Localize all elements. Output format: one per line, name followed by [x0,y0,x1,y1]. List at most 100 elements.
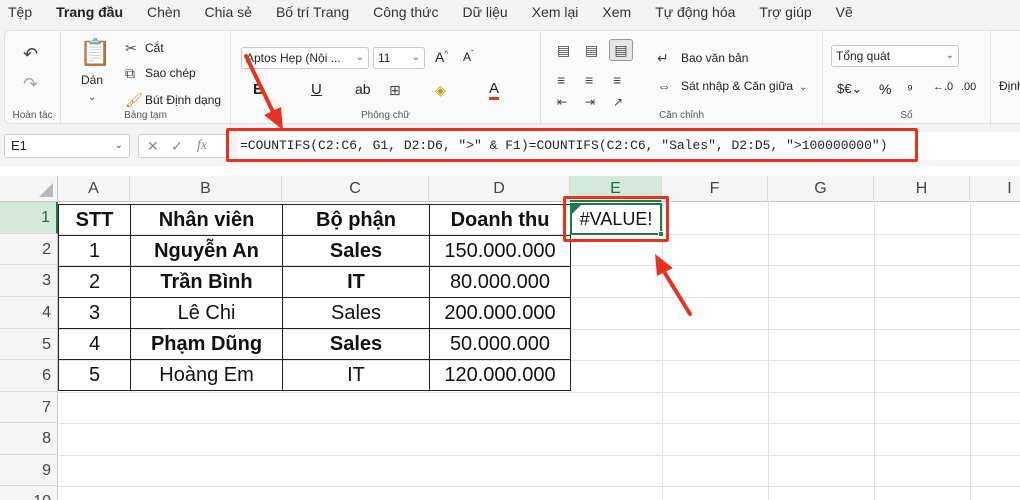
paste-icon[interactable]: 📋 [79,39,111,65]
redo-icon[interactable]: ↷ [23,75,38,93]
copy-button[interactable]: Sao chép [145,66,196,80]
cell-department[interactable]: Sales [282,235,430,267]
cell-employee[interactable]: Phạm Dũng [130,328,283,360]
align-right-icon[interactable]: ≡ [613,73,621,87]
cell-stt[interactable]: 5 [58,359,131,391]
cell-employee[interactable]: Lê Chi [130,297,283,329]
conditional-format-button[interactable]: Định [999,79,1020,93]
column-header-c[interactable]: C [282,176,429,202]
header-cell-employee[interactable]: Nhân viên [130,204,283,236]
header-cell-stt[interactable]: STT [58,204,131,236]
align-top-icon[interactable]: ▤ [557,43,570,57]
menu-home[interactable]: Trang đầu [44,4,135,20]
row-header-2[interactable]: 2 [0,234,58,265]
menu-insert[interactable]: Chèn [135,4,192,20]
cell-employee[interactable]: Nguyễn An [130,235,283,267]
undo-icon[interactable]: ↶ [23,45,38,63]
cell-revenue[interactable]: 80.000.000 [429,266,571,298]
header-cell-department[interactable]: Bộ phận [282,204,430,236]
column-header-h[interactable]: H [874,176,970,202]
comma-style-icon[interactable]: ⁹ [907,81,913,97]
menu-formulas[interactable]: Công thức [361,4,450,20]
column-header-f[interactable]: F [662,176,768,202]
column-header-g[interactable]: G [768,176,874,202]
column-header-a[interactable]: A [58,176,130,202]
insert-function-icon[interactable]: fx [197,138,207,154]
scissors-icon[interactable]: ✂ [125,41,137,55]
cell-stt[interactable]: 2 [58,266,131,298]
cell-revenue[interactable]: 150.000.000 [429,235,571,267]
increase-font-icon[interactable]: A^ [435,49,448,65]
cell-stt[interactable]: 1 [58,235,131,267]
menu-automate[interactable]: Tự động hóa [643,4,747,20]
column-header-i[interactable]: I [970,176,1020,202]
indent-decrease-icon[interactable]: ⇤ [557,95,567,109]
cell-department[interactable]: Sales [282,297,430,329]
row-header-1[interactable]: 1 [0,202,58,234]
align-left-icon[interactable]: ≡ [557,73,565,87]
menu-share[interactable]: Chia sẻ [193,4,264,20]
format-painter-button[interactable]: Bút Định dạng [145,93,221,107]
menu-data[interactable]: Dữ liệu [451,4,520,20]
row-header-10[interactable]: 10 [0,486,58,500]
font-name-select[interactable]: Aptos Hẹp (Nội ... ⌄ [241,47,369,69]
menu-view[interactable]: Xem [590,4,643,20]
cut-button[interactable]: Cắt [145,41,164,55]
menu-page-layout[interactable]: Bố trí Trang [264,4,361,20]
chevron-down-icon[interactable]: ⌄ [88,91,96,105]
indent-increase-icon[interactable]: ⇥ [585,95,595,109]
cancel-icon[interactable]: ✕ [147,138,159,155]
row-header-6[interactable]: 6 [0,360,58,392]
underline-icon[interactable]: U [311,81,322,98]
merge-center-icon[interactable]: ⇔ [657,79,671,93]
confirm-icon[interactable]: ✓ [171,138,183,155]
align-middle-icon[interactable]: ▤ [585,43,598,57]
cell-stt[interactable]: 4 [58,328,131,360]
wrap-text-button[interactable]: Bao văn bản [681,51,748,65]
menu-review[interactable]: Xem lại [520,4,591,20]
column-header-d[interactable]: D [429,176,570,202]
row-header-7[interactable]: 7 [0,392,58,423]
fill-color-icon[interactable]: ◈ [435,83,446,97]
menu-draw[interactable]: Vẽ [824,4,865,20]
align-bottom-icon[interactable]: ▤ [609,39,633,61]
decrease-decimal-icon[interactable]: .00 [961,81,976,93]
cell-department[interactable]: IT [282,266,430,298]
chevron-down-icon[interactable]: ⌄ [799,81,807,95]
row-header-3[interactable]: 3 [0,265,58,297]
increase-decimal-icon[interactable]: ←.0 [933,81,953,93]
font-size-select[interactable]: 11 ⌄ [373,47,425,69]
copy-icon[interactable]: ⧉ [125,66,135,80]
name-box[interactable]: E1 ⌄ [4,134,130,158]
align-center-icon[interactable]: ≡ [585,73,593,87]
row-header-5[interactable]: 5 [0,329,58,360]
row-header-4[interactable]: 4 [0,297,58,329]
strikethrough-icon[interactable]: ab [355,81,371,97]
orientation-icon[interactable]: ↗ [613,95,623,109]
number-format-select[interactable]: Tổng quát ⌄ [831,45,959,67]
cell-employee[interactable]: Hoàng Em [130,359,283,391]
column-header-b[interactable]: B [130,176,282,202]
decrease-font-icon[interactable]: Aˇ [463,49,474,64]
header-cell-revenue[interactable]: Doanh thu [429,204,571,236]
cell-employee[interactable]: Trần Bình [130,266,283,298]
format-painter-icon[interactable]: 🖌 [125,93,143,107]
cell-revenue[interactable]: 120.000.000 [429,359,571,391]
currency-icon[interactable]: $€⌄ [837,81,862,97]
percent-icon[interactable]: % [879,81,891,97]
cell-revenue[interactable]: 200.000.000 [429,297,571,329]
menu-file[interactable]: Tệp [0,4,44,20]
cell-department[interactable]: Sales [282,328,430,360]
row-header-8[interactable]: 8 [0,423,58,455]
bold-icon[interactable]: B [253,81,264,98]
wrap-text-icon[interactable]: ↵ [657,51,669,65]
cell-revenue[interactable]: 50.000.000 [429,328,571,360]
cell-department[interactable]: IT [282,359,430,391]
font-color-icon[interactable]: A [489,81,500,100]
border-icon[interactable]: ⊞ [389,83,401,97]
merge-center-button[interactable]: Sát nhập & Căn giữa [681,79,793,93]
cell-stt[interactable]: 3 [58,297,131,329]
select-all-button[interactable] [0,176,58,202]
menu-help[interactable]: Trợ giúp [747,4,823,20]
paste-button[interactable]: Dán [81,73,103,87]
